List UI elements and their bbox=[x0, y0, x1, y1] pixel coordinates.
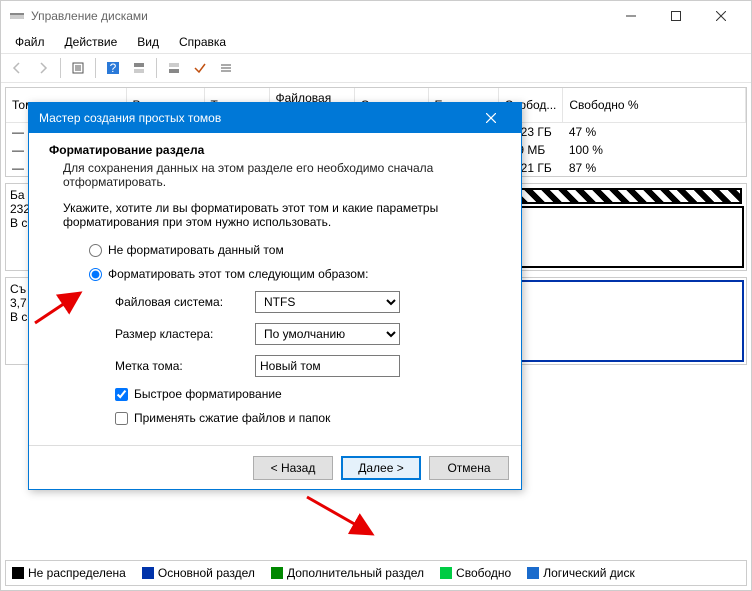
cell-freepct: 100 % bbox=[563, 141, 746, 159]
compress-label: Применять сжатие файлов и папок bbox=[134, 411, 330, 425]
legend-swatch bbox=[527, 567, 539, 579]
app-icon bbox=[9, 8, 25, 24]
maximize-button[interactable] bbox=[653, 2, 698, 30]
menu-view[interactable]: Вид bbox=[127, 33, 169, 51]
legend-item: Логический диск bbox=[527, 566, 635, 580]
radio-format-row: Форматировать этот том следующим образом… bbox=[89, 267, 501, 281]
filesystem-label: Файловая система: bbox=[115, 295, 255, 309]
annotation-arrow-2 bbox=[302, 492, 382, 542]
back-icon[interactable] bbox=[5, 56, 29, 80]
radio-format-label: Форматировать этот том следующим образом… bbox=[108, 267, 368, 281]
menu-file[interactable]: Файл bbox=[5, 33, 55, 51]
help-icon[interactable]: ? bbox=[101, 56, 125, 80]
legend-label: Дополнительный раздел bbox=[287, 566, 424, 580]
cell-freepct: 87 % bbox=[563, 159, 746, 177]
cancel-button[interactable]: Отмена bbox=[429, 456, 509, 480]
volume-label-row: Метка тома: bbox=[115, 355, 501, 377]
check-icon[interactable] bbox=[188, 56, 212, 80]
quick-format-label: Быстрое форматирование bbox=[134, 387, 282, 401]
filesystem-row: Файловая система: NTFS bbox=[115, 291, 501, 313]
svg-text:?: ? bbox=[110, 61, 117, 75]
window-title: Управление дисками bbox=[31, 9, 608, 23]
legend-label: Основной раздел bbox=[158, 566, 255, 580]
volume-label-label: Метка тома: bbox=[115, 359, 255, 373]
forward-icon[interactable] bbox=[31, 56, 55, 80]
legend-swatch bbox=[440, 567, 452, 579]
wizard-footer: < Назад Далее > Отмена bbox=[29, 445, 521, 489]
legend-item: Свободно bbox=[440, 566, 511, 580]
cluster-label: Размер кластера: bbox=[115, 327, 255, 341]
radio-format[interactable] bbox=[89, 268, 102, 281]
legend-label: Не распределена bbox=[28, 566, 126, 580]
cluster-row: Размер кластера: По умолчанию bbox=[115, 323, 501, 345]
quick-format-row: Быстрое форматирование bbox=[115, 387, 501, 401]
quick-format-checkbox[interactable] bbox=[115, 388, 128, 401]
legend-label: Логический диск bbox=[543, 566, 635, 580]
wizard-close-button[interactable] bbox=[471, 103, 511, 133]
menu-help[interactable]: Справка bbox=[169, 33, 236, 51]
back-button[interactable]: < Назад bbox=[253, 456, 333, 480]
annotation-arrow-1 bbox=[30, 288, 90, 328]
wizard-titlebar: Мастер создания простых томов bbox=[29, 103, 521, 133]
minimize-button[interactable] bbox=[608, 2, 653, 30]
compress-checkbox[interactable] bbox=[115, 412, 128, 425]
legend-item: Дополнительный раздел bbox=[271, 566, 424, 580]
legend-item: Не распределена bbox=[12, 566, 126, 580]
legend-item: Основной раздел bbox=[142, 566, 255, 580]
close-button[interactable] bbox=[698, 2, 743, 30]
menubar: Файл Действие Вид Справка bbox=[1, 31, 751, 53]
legend: Не распределена Основной раздел Дополнител… bbox=[5, 560, 747, 586]
simple-volume-wizard-dialog: Мастер создания простых томов Форматиров… bbox=[28, 102, 522, 490]
next-button[interactable]: Далее > bbox=[341, 456, 421, 480]
legend-swatch bbox=[142, 567, 154, 579]
wizard-heading: Форматирование раздела bbox=[49, 143, 501, 157]
legend-label: Свободно bbox=[456, 566, 511, 580]
menu-action[interactable]: Действие bbox=[55, 33, 128, 51]
wizard-body: Форматирование раздела Для сохранения да… bbox=[29, 133, 521, 445]
wizard-description: Для сохранения данных на этом разделе ег… bbox=[63, 161, 501, 189]
radio-no-format[interactable] bbox=[89, 244, 102, 257]
properties-icon[interactable] bbox=[66, 56, 90, 80]
compress-row: Применять сжатие файлов и папок bbox=[115, 411, 501, 425]
wizard-title-text: Мастер создания простых томов bbox=[39, 111, 471, 125]
cluster-select[interactable]: По умолчанию bbox=[255, 323, 400, 345]
volume-label-input[interactable] bbox=[255, 355, 400, 377]
view-bottom-icon[interactable] bbox=[162, 56, 186, 80]
radio-no-format-row: Не форматировать данный том bbox=[89, 243, 501, 257]
radio-no-format-label: Не форматировать данный том bbox=[108, 243, 284, 257]
titlebar: Управление дисками bbox=[1, 1, 751, 31]
legend-swatch bbox=[12, 567, 24, 579]
legend-swatch bbox=[271, 567, 283, 579]
view-top-icon[interactable] bbox=[127, 56, 151, 80]
cell-freepct: 47 % bbox=[563, 123, 746, 142]
filesystem-select[interactable]: NTFS bbox=[255, 291, 400, 313]
toolbar: ? bbox=[1, 53, 751, 83]
list-icon[interactable] bbox=[214, 56, 238, 80]
col-freepct[interactable]: Свободно % bbox=[563, 88, 746, 123]
wizard-instruction: Укажите, хотите ли вы форматировать этот… bbox=[63, 201, 487, 229]
